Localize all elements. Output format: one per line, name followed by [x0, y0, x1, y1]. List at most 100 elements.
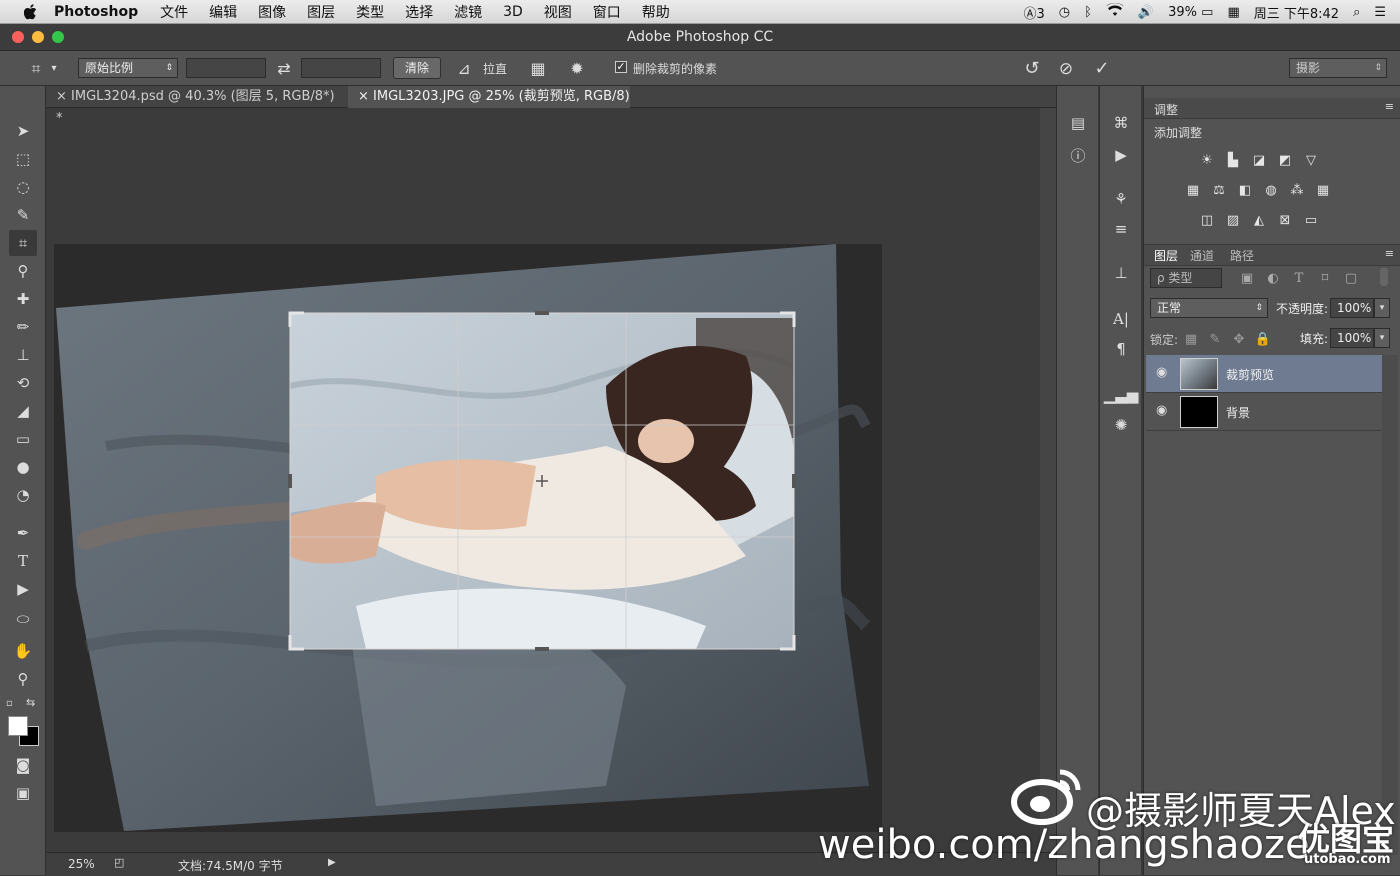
vertical-scrollbar[interactable]: [1040, 108, 1056, 852]
brush-presets-icon[interactable]: ⚘: [1110, 188, 1132, 210]
eye-icon[interactable]: ◉: [1156, 403, 1167, 418]
curves-icon[interactable]: ◪: [1250, 152, 1268, 168]
lasso-tool-icon[interactable]: ◌: [9, 174, 37, 200]
hand-tool-icon[interactable]: ✋: [9, 638, 37, 664]
lock-pixels-icon[interactable]: ✎: [1206, 331, 1224, 347]
volume-icon[interactable]: 🔊: [1138, 5, 1154, 20]
menu-layer[interactable]: 图层: [307, 2, 335, 22]
flag-icon[interactable]: ▦: [1227, 5, 1239, 20]
brush-tool-icon[interactable]: ✏: [9, 314, 37, 340]
spotlight-icon[interactable]: ⌕: [1353, 5, 1360, 20]
reset-icon[interactable]: ↺: [1022, 59, 1042, 79]
workspace-select[interactable]: 摄影 ⇕: [1289, 58, 1387, 78]
ellipse-tool-icon[interactable]: ⬭: [9, 606, 37, 632]
apple-icon[interactable]: [22, 3, 40, 21]
history-brush-tool-icon[interactable]: ⟲: [9, 370, 37, 396]
panel-menu-icon[interactable]: ≡: [1385, 100, 1394, 113]
eye-icon[interactable]: ◉: [1156, 365, 1167, 380]
blur-tool-icon[interactable]: ●: [9, 454, 37, 480]
app-menu[interactable]: Photoshop: [54, 4, 138, 20]
vibrance-icon[interactable]: ▽: [1302, 152, 1320, 168]
quick-select-tool-icon[interactable]: ✎: [9, 202, 37, 228]
zoom-level[interactable]: 25%: [68, 857, 95, 871]
lock-position-icon[interactable]: ✥: [1230, 331, 1248, 347]
screen-mode-icon[interactable]: ▣: [9, 780, 37, 806]
straighten-label[interactable]: 拉直: [483, 60, 507, 77]
eyedropper-tool-icon[interactable]: ⚲: [9, 258, 37, 284]
menu-edit[interactable]: 编辑: [209, 2, 237, 22]
menu-filter[interactable]: 滤镜: [454, 2, 482, 22]
clone-stamp-tool-icon[interactable]: ⊥: [9, 342, 37, 368]
dodge-tool-icon[interactable]: ◔: [9, 482, 37, 508]
status-info-icon[interactable]: ◰: [114, 856, 124, 869]
tab-adjustments[interactable]: 调整: [1154, 101, 1178, 118]
commit-check-icon[interactable]: ✓: [1092, 59, 1112, 79]
layer-row[interactable]: ◉ 裁剪预览: [1146, 355, 1382, 393]
invert-icon[interactable]: ◫: [1198, 212, 1216, 228]
posterize-icon[interactable]: ▨: [1224, 212, 1242, 228]
crop-width-input[interactable]: [186, 58, 266, 78]
time-machine-icon[interactable]: ◷: [1059, 5, 1070, 20]
gradient-tool-icon[interactable]: ▭: [9, 426, 37, 452]
battery-status[interactable]: 39% ▭: [1168, 5, 1213, 20]
black-white-icon[interactable]: ◧: [1236, 182, 1254, 198]
foreground-color-swatch[interactable]: [8, 716, 28, 736]
menu-type[interactable]: 类型: [356, 2, 384, 22]
selective-color-icon[interactable]: ⊠: [1276, 212, 1294, 228]
chevron-down-icon[interactable]: ▾: [48, 59, 60, 79]
histogram-icon[interactable]: ▁▃▅: [1104, 384, 1139, 406]
cancel-icon[interactable]: ⊘: [1056, 59, 1076, 79]
layer-filter-select[interactable]: ρ 类型: [1150, 268, 1222, 288]
tab-layers[interactable]: 图层: [1154, 247, 1178, 264]
panel-menu-icon[interactable]: ≡: [1385, 247, 1394, 260]
crop-height-input[interactable]: [301, 58, 381, 78]
gear-icon[interactable]: ✹: [567, 59, 587, 79]
filter-smart-object-icon[interactable]: ▢: [1342, 270, 1360, 286]
clear-button[interactable]: 清除: [393, 57, 441, 79]
clone-source-icon[interactable]: ⊥: [1110, 262, 1132, 284]
photo-filter-icon[interactable]: ◍: [1262, 182, 1280, 198]
move-tool-icon[interactable]: ➤: [9, 118, 37, 144]
tab-paths[interactable]: 路径: [1230, 247, 1254, 264]
paragraph-panel-icon[interactable]: ¶: [1110, 338, 1132, 360]
path-select-tool-icon[interactable]: ▶: [9, 576, 37, 602]
straighten-icon[interactable]: ⊿: [454, 59, 474, 79]
play-icon[interactable]: ▶: [1110, 144, 1132, 166]
eraser-tool-icon[interactable]: ◢: [9, 398, 37, 424]
menu-help[interactable]: 帮助: [642, 2, 670, 22]
fill-input[interactable]: 100%: [1330, 328, 1374, 348]
layer-row[interactable]: ◉ 背景: [1146, 393, 1382, 431]
adobe-icon[interactable]: Ⓐ3: [1023, 3, 1044, 22]
navigator-icon[interactable]: ✺: [1110, 414, 1132, 436]
lock-transparent-icon[interactable]: ▦: [1182, 331, 1200, 347]
filter-adjustment-icon[interactable]: ◐: [1264, 270, 1282, 286]
menu-select[interactable]: 选择: [405, 2, 433, 22]
menu-window[interactable]: 窗口: [593, 2, 621, 22]
lock-all-icon[interactable]: 🔒: [1254, 331, 1272, 347]
crop-tool-icon[interactable]: ⌗: [9, 230, 37, 256]
overlay-grid-icon[interactable]: ▦: [528, 59, 548, 79]
info-icon[interactable]: ⓘ: [1067, 144, 1089, 166]
brush-panel-icon[interactable]: ≡: [1110, 218, 1132, 240]
swap-colors-icon[interactable]: ⇆: [26, 696, 35, 709]
color-lookup-icon[interactable]: ▦: [1314, 182, 1332, 198]
color-balance-icon[interactable]: ⚖: [1210, 182, 1228, 198]
delete-cropped-checkbox[interactable]: ✓: [615, 61, 627, 73]
blend-mode-select[interactable]: 正常 ⇕: [1150, 298, 1268, 318]
menu-3d[interactable]: 3D: [503, 4, 523, 20]
filter-type-icon[interactable]: T: [1290, 270, 1308, 286]
bluetooth-icon[interactable]: ᛒ: [1084, 5, 1092, 20]
levels-icon[interactable]: ▙: [1224, 152, 1242, 168]
fill-dropdown-icon[interactable]: ▾: [1374, 328, 1390, 348]
hue-saturation-icon[interactable]: ▦: [1184, 182, 1202, 198]
notification-icon[interactable]: ☰: [1374, 5, 1386, 20]
opacity-input[interactable]: 100%: [1330, 298, 1374, 318]
gradient-map-icon[interactable]: ▭: [1302, 212, 1320, 228]
pen-tool-icon[interactable]: ✒: [9, 520, 37, 546]
default-colors-icon[interactable]: ▫: [6, 698, 13, 709]
exposure-icon[interactable]: ◩: [1276, 152, 1294, 168]
filter-toggle[interactable]: [1380, 268, 1388, 286]
tab-channels[interactable]: 通道: [1190, 247, 1214, 264]
opacity-dropdown-icon[interactable]: ▾: [1374, 298, 1390, 318]
crop-tool-preset-icon[interactable]: ⌗: [26, 59, 46, 79]
